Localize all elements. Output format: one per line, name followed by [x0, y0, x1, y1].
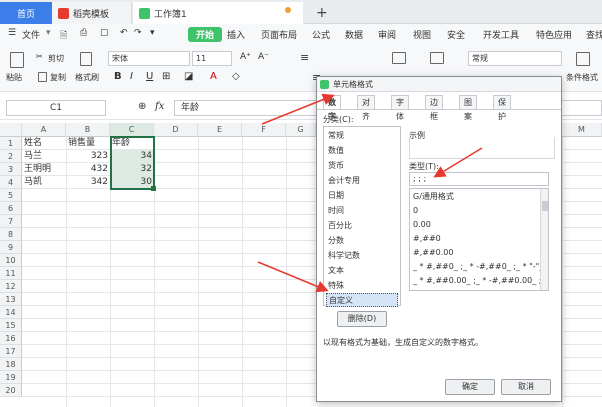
- arrow-to-custom-category: [257, 261, 329, 293]
- arrow-to-tab-number: [261, 93, 335, 125]
- annotation-arrows: [257, 93, 483, 293]
- arrow-to-type-input: [433, 147, 483, 178]
